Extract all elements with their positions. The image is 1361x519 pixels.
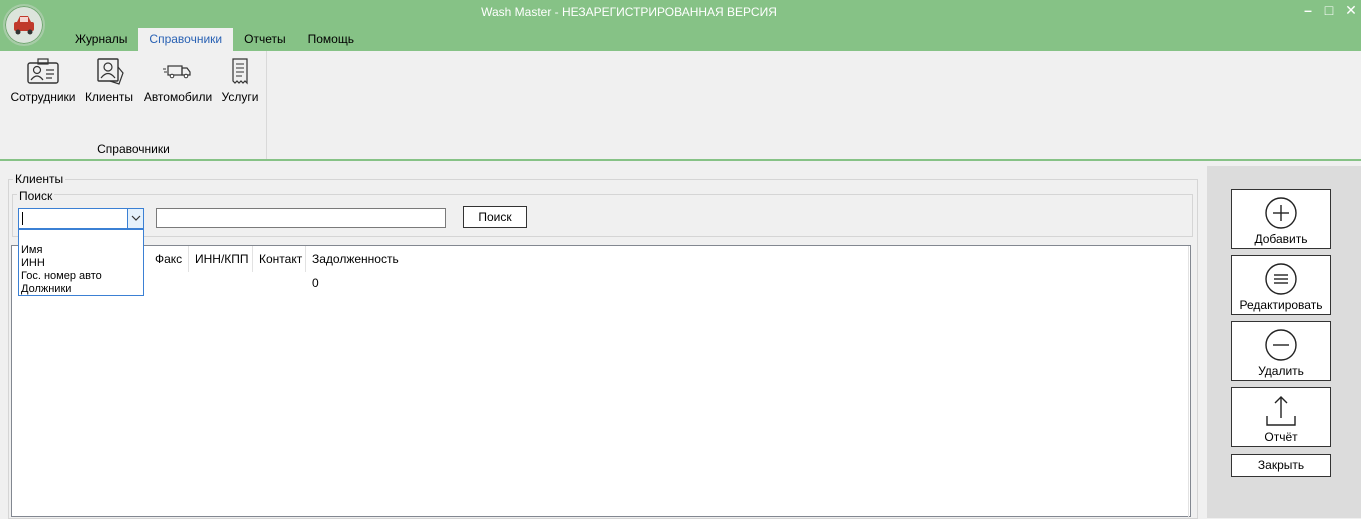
column-header-debt[interactable]: Задолженность: [306, 246, 406, 272]
client-card-icon: [97, 58, 124, 85]
receipt-icon: [232, 58, 248, 85]
menu-tabs: Журналы Справочники Отчеты Помощь: [64, 28, 365, 51]
dropdown-option-inn[interactable]: ИНН: [21, 257, 45, 270]
text-caret: [22, 212, 23, 225]
title-bar: Wash Master - НЕЗАРЕГИСТРИРОВАННАЯ ВЕРСИ…: [0, 0, 1361, 51]
ribbon-employees-label: Сотрудники: [10, 90, 76, 104]
dropdown-option-name[interactable]: Имя: [21, 244, 42, 257]
plus-circle-icon: [1265, 197, 1297, 229]
dropdown-option-plate[interactable]: Гос. номер авто: [21, 270, 102, 283]
report-button-label: Отчёт: [1264, 430, 1298, 444]
dropdown-option-debtors[interactable]: Должники: [21, 283, 71, 296]
ribbon-group-references: Сотрудники Клиенты Автомобили Услуги Спр…: [0, 51, 267, 159]
clients-table[interactable]: Факс ИНН/КПП Контакт Задолженность 0: [11, 245, 1191, 518]
main-content: Клиенты Поиск Поиск Факс ИНН/КПП Контакт…: [0, 163, 1361, 519]
close-window-button[interactable]: ✕: [1341, 2, 1361, 19]
ribbon-group-label: Справочники: [97, 142, 170, 156]
ribbon-employees-button[interactable]: Сотрудники: [8, 57, 78, 104]
table-right-divider: [1188, 246, 1189, 518]
maximize-button[interactable]: □: [1319, 2, 1339, 18]
add-button-label: Добавить: [1254, 232, 1308, 246]
search-button[interactable]: Поиск: [463, 206, 527, 228]
edit-button-label: Редактировать: [1239, 298, 1323, 312]
tab-help[interactable]: Помощь: [297, 28, 365, 51]
table-header: Факс ИНН/КПП Контакт Задолженность: [12, 246, 1188, 272]
column-header-contact[interactable]: Контакт: [253, 246, 306, 272]
column-header-inn-kpp[interactable]: ИНН/КПП: [189, 246, 253, 272]
truck-icon: [163, 65, 191, 79]
delete-button[interactable]: Удалить: [1231, 321, 1331, 381]
ribbon-clients-label: Клиенты: [84, 90, 134, 104]
minimize-button[interactable]: –: [1298, 2, 1318, 18]
search-field-dropdown-list: Имя ИНН Гос. номер авто Должники: [18, 229, 144, 296]
upload-icon: [1266, 396, 1296, 426]
menu-lines-circle-icon: [1265, 263, 1297, 295]
column-header-fax[interactable]: Факс: [149, 246, 189, 272]
chevron-down-icon[interactable]: [127, 209, 143, 228]
ribbon-cars-label: Автомобили: [143, 90, 213, 104]
tab-references[interactable]: Справочники: [138, 28, 234, 51]
ribbon-clients-button[interactable]: Клиенты: [84, 57, 134, 104]
ribbon-services-button[interactable]: Услуги: [219, 57, 261, 104]
window-title: Wash Master - НЕЗАРЕГИСТРИРОВАННАЯ ВЕРСИ…: [481, 5, 777, 19]
table-cell-debt[interactable]: 0: [306, 273, 319, 293]
delete-button-label: Удалить: [1258, 364, 1304, 378]
report-button[interactable]: Отчёт: [1231, 387, 1331, 447]
search-group-label: Поиск: [17, 189, 55, 203]
ribbon: Сотрудники Клиенты Автомобили Услуги Спр…: [0, 51, 1361, 161]
actions-panel: Добавить Редактировать Удалить Отчёт Зак…: [1207, 166, 1361, 518]
tab-journals[interactable]: Журналы: [64, 28, 138, 51]
close-button[interactable]: Закрыть: [1231, 454, 1331, 477]
search-input[interactable]: [156, 208, 446, 228]
search-field-combobox[interactable]: [18, 208, 144, 229]
edit-button[interactable]: Редактировать: [1231, 255, 1331, 315]
employee-card-icon: [27, 58, 59, 84]
clients-group-label: Клиенты: [13, 172, 66, 186]
tab-reports[interactable]: Отчеты: [233, 28, 296, 51]
ribbon-services-label: Услуги: [221, 90, 259, 104]
ribbon-cars-button[interactable]: Автомобили: [142, 57, 214, 104]
minus-circle-icon: [1265, 329, 1297, 361]
add-button[interactable]: Добавить: [1231, 189, 1331, 249]
